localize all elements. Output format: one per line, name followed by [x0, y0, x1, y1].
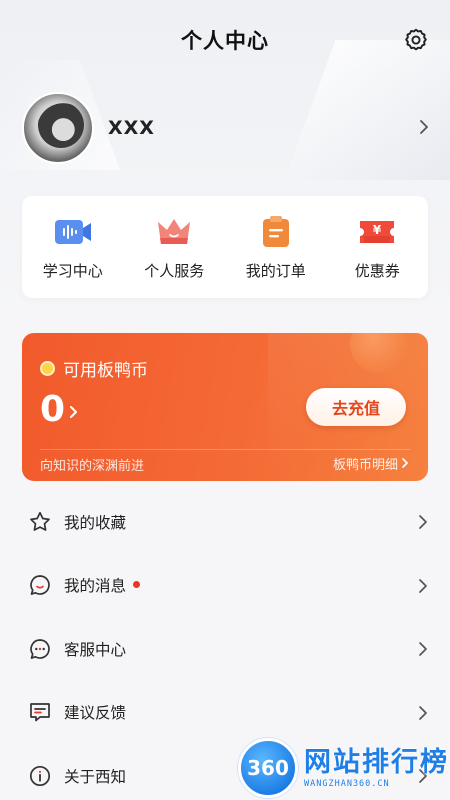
menu-item-label: 我的收藏	[64, 513, 127, 532]
coin-detail-link[interactable]: 板鸭币明细	[333, 454, 398, 473]
avatar[interactable]	[22, 92, 94, 164]
coin-title-row: 可用板鸭币	[40, 356, 148, 381]
divider	[40, 449, 410, 450]
chevron-right-icon	[419, 705, 427, 720]
menu-item-favorites[interactable]: 我的收藏	[0, 490, 450, 554]
quick-action-learning-center[interactable]: 学习中心	[28, 214, 118, 281]
unread-dot	[133, 580, 141, 588]
video-icon	[54, 219, 91, 244]
coin-balance-link[interactable]: 0	[40, 389, 79, 430]
coupon-icon: ¥	[360, 220, 395, 243]
chevron-right-icon	[70, 405, 78, 418]
menu-item-feedback[interactable]: 建议反馈	[0, 681, 450, 745]
quick-action-label: 我的订单	[245, 261, 306, 280]
quick-action-label: 优惠券	[354, 261, 400, 280]
menu-item-label: 建议反馈	[64, 704, 127, 723]
star-icon	[30, 511, 50, 531]
info-icon	[29, 765, 51, 786]
user-name: XXX	[108, 117, 155, 139]
quick-action-personal-service[interactable]: 个人服务	[129, 214, 219, 281]
menu-item-label: 关于西知	[64, 767, 127, 786]
watermark: 360 网站排行榜 WANGZHAN360.CN	[238, 736, 450, 800]
profile-row[interactable]: XXX	[22, 92, 432, 164]
chevron-right-icon	[419, 642, 427, 656]
chevron-right-icon	[419, 515, 427, 529]
watermark-logo: 360	[238, 738, 298, 798]
quick-actions-card: 学习中心 个人服务 我的订单 ¥ 优惠券	[22, 196, 428, 298]
chat-bubble-icon	[30, 638, 50, 659]
settings-button[interactable]	[402, 26, 430, 54]
quick-action-coupons[interactable]: ¥ 优惠券	[332, 214, 422, 281]
menu-item-label: 客服中心	[64, 640, 127, 659]
order-icon	[262, 215, 289, 247]
recharge-button[interactable]: 去充值	[306, 388, 406, 426]
menu-item-messages[interactable]: 我的消息	[0, 554, 450, 618]
svg-text:¥: ¥	[373, 223, 382, 237]
feedback-icon	[30, 703, 50, 722]
coin-title: 可用板鸭币	[63, 361, 148, 381]
gear-icon	[405, 28, 427, 51]
coin-balance: 0	[40, 389, 66, 430]
top-bar: 个人中心	[0, 0, 450, 80]
coin-slogan: 向知识的深渊前进	[40, 459, 145, 474]
coin-icon	[40, 361, 55, 376]
watermark-title: 网站排行榜	[304, 747, 449, 778]
coin-card: 可用板鸭币 0 去充值 向知识的深渊前进 板鸭币明细	[22, 333, 428, 481]
message-icon	[30, 575, 50, 596]
watermark-subtitle: WANGZHAN360.CN	[304, 779, 390, 789]
quick-action-my-orders[interactable]: 我的订单	[231, 214, 321, 281]
chevron-right-icon	[420, 120, 428, 134]
crown-icon	[158, 218, 191, 244]
quick-action-label: 个人服务	[144, 261, 205, 280]
chevron-right-icon	[419, 578, 427, 593]
chevron-right-icon	[402, 458, 408, 468]
quick-action-label: 学习中心	[42, 261, 103, 280]
page-title: 个人中心	[181, 29, 269, 53]
menu-item-label: 我的消息	[64, 577, 127, 596]
menu-item-customer-service[interactable]: 客服中心	[0, 617, 450, 681]
